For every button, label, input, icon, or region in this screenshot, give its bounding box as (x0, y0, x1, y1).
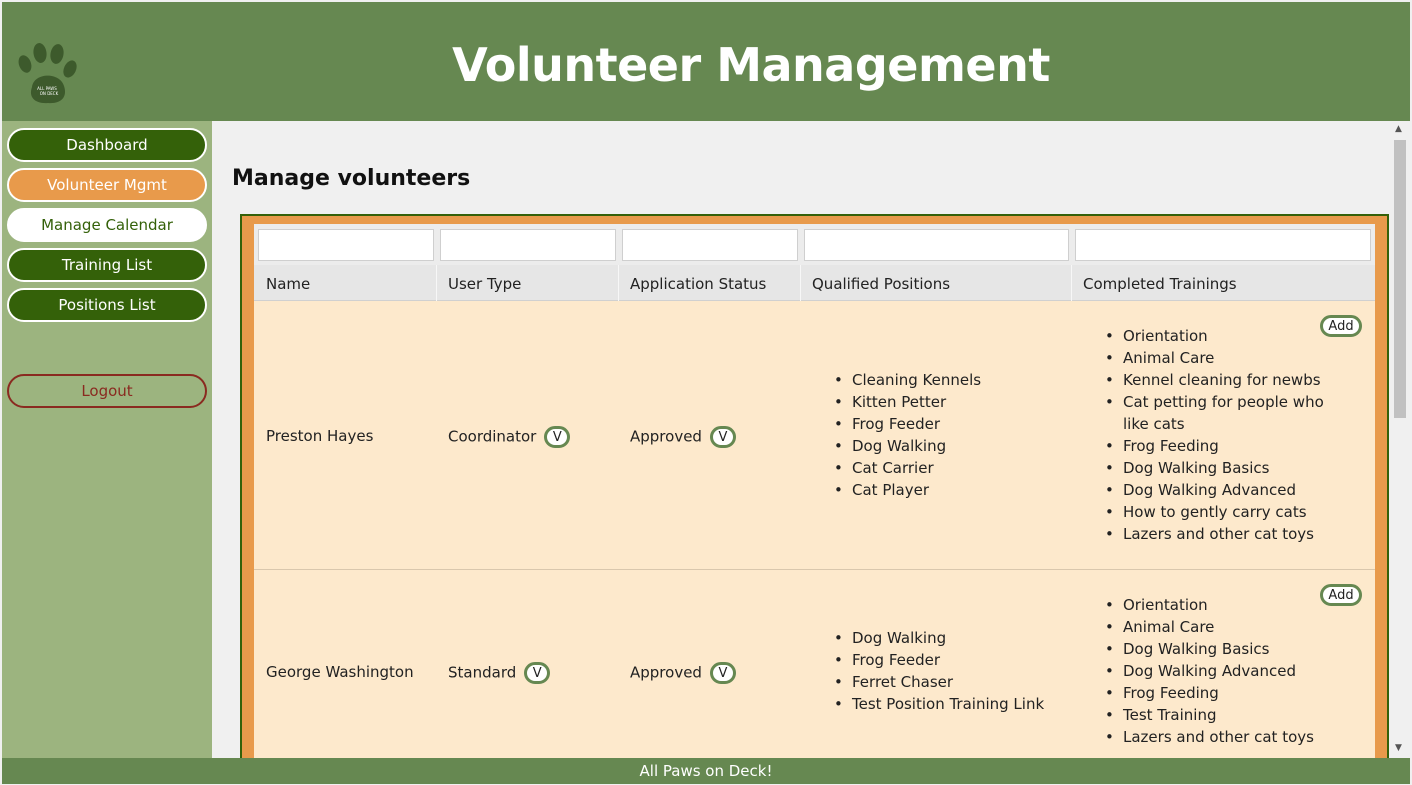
column-header-application-status[interactable]: Application Status (630, 275, 766, 293)
header: ALL PAWS ON DECK Volunteer Management (2, 2, 1410, 121)
list-item: Animal Care (1105, 347, 1345, 369)
filter-positions-input[interactable] (804, 229, 1069, 261)
list-item: Dog Walking Advanced (1105, 660, 1345, 682)
list-item: Frog Feeder (834, 649, 1044, 671)
list-item: Cat petting for people who like cats (1105, 391, 1345, 435)
svg-text:ON DECK: ON DECK (40, 91, 59, 96)
user-type-cell: Standard V (448, 662, 551, 684)
column-header-user-type[interactable]: User Type (448, 275, 521, 293)
scroll-down-icon[interactable]: ▼ (1395, 743, 1402, 753)
user-type-toggle-button[interactable]: V (544, 426, 571, 448)
paw-logo-icon: ALL PAWS ON DECK (18, 43, 77, 104)
user-type-value: Standard (448, 663, 517, 682)
user-type-cell: Coordinator V (448, 426, 571, 448)
list-item: Frog Feeding (1105, 682, 1345, 704)
add-training-button[interactable]: Add (1320, 315, 1362, 337)
list-item: Orientation (1105, 325, 1345, 347)
sidebar-item-positions-list[interactable]: Positions List (7, 288, 207, 322)
qualified-positions-list: Dog Walking Frog Feeder Ferret Chaser Te… (834, 627, 1044, 715)
column-header-qualified-positions[interactable]: Qualified Positions (812, 275, 950, 293)
table-row: Preston Hayes Coordinator V Approved V Cle… (254, 301, 1375, 570)
volunteer-name: George Washington (266, 663, 414, 681)
list-item: Test Training (1105, 704, 1345, 726)
list-item: Dog Walking (834, 627, 1044, 649)
list-item: Frog Feeding (1105, 435, 1345, 457)
volunteer-table-frame: Name User Type Application Status Qualif… (240, 214, 1389, 758)
page-header-title: Volunteer Management (452, 38, 1050, 92)
page-title: Manage volunteers (232, 166, 471, 191)
list-item: Cat Player (834, 479, 981, 501)
column-header-name[interactable]: Name (266, 275, 310, 293)
status-toggle-button[interactable]: V (709, 662, 736, 684)
add-training-button[interactable]: Add (1320, 584, 1362, 606)
user-type-toggle-button[interactable]: V (524, 662, 551, 684)
sidebar-item-training-list[interactable]: Training List (7, 248, 207, 282)
status-cell: Approved V (630, 662, 736, 684)
status-value: Approved (630, 427, 702, 446)
status-cell: Approved V (630, 426, 736, 448)
completed-trainings-list: Orientation Animal Care Kennel cleaning … (1105, 325, 1345, 545)
list-item: Dog Walking Basics (1105, 638, 1345, 660)
column-header-completed-trainings[interactable]: Completed Trainings (1083, 275, 1237, 293)
status-toggle-button[interactable]: V (709, 426, 736, 448)
list-item: Kitten Petter (834, 391, 981, 413)
list-item: Dog Walking Advanced (1105, 479, 1345, 501)
table-header-row: Name User Type Application Status Qualif… (254, 265, 1375, 301)
logout-button[interactable]: Logout (7, 374, 207, 408)
list-item: Ferret Chaser (834, 671, 1044, 693)
completed-trainings-list: Orientation Animal Care Dog Walking Basi… (1105, 594, 1345, 748)
sidebar-item-dashboard[interactable]: Dashboard (7, 128, 207, 162)
list-item: Orientation (1105, 594, 1345, 616)
filter-trainings-input[interactable] (1075, 229, 1371, 261)
sidebar: Dashboard Volunteer Mgmt Manage Calendar… (2, 121, 212, 758)
table-row: George Washington Standard V Approved V Do… (254, 571, 1375, 758)
filter-name-input[interactable] (258, 229, 434, 261)
list-item: Kennel cleaning for newbs (1105, 369, 1345, 391)
list-item: Frog Feeder (834, 413, 981, 435)
volunteer-name: Preston Hayes (266, 427, 374, 445)
list-item: Cleaning Kennels (834, 369, 981, 391)
list-item: Dog Walking Basics (1105, 457, 1345, 479)
scroll-up-icon[interactable]: ▲ (1395, 124, 1402, 134)
list-item: How to gently carry cats (1105, 501, 1345, 523)
user-type-value: Coordinator (448, 427, 537, 446)
list-item: Test Position Training Link (834, 693, 1044, 715)
list-item: Dog Walking (834, 435, 981, 457)
status-value: Approved (630, 663, 702, 682)
footer: All Paws on Deck! (2, 758, 1410, 784)
filter-row (254, 224, 1375, 265)
list-item: Cat Carrier (834, 457, 981, 479)
sidebar-item-volunteer-mgmt[interactable]: Volunteer Mgmt (7, 168, 207, 202)
list-item: Animal Care (1105, 616, 1345, 638)
volunteer-table: Name User Type Application Status Qualif… (254, 224, 1375, 758)
sidebar-item-manage-calendar[interactable]: Manage Calendar (7, 208, 207, 242)
list-item: Lazers and other cat toys (1105, 523, 1345, 545)
scrollbar-thumb[interactable] (1394, 140, 1406, 418)
filter-status-input[interactable] (622, 229, 798, 261)
list-item: Lazers and other cat toys (1105, 726, 1345, 748)
qualified-positions-list: Cleaning Kennels Kitten Petter Frog Feed… (834, 369, 981, 501)
filter-user-type-input[interactable] (440, 229, 616, 261)
